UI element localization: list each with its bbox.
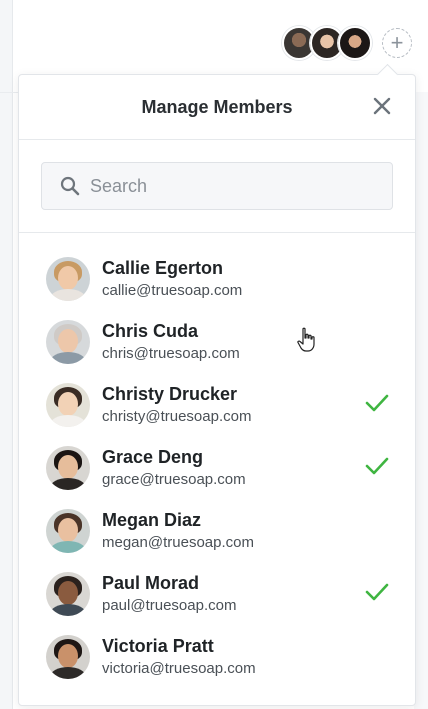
- avatar: [46, 508, 90, 553]
- search-box[interactable]: [41, 162, 393, 210]
- member-email: megan@truesoap.com: [102, 533, 254, 551]
- member-name: Grace Deng: [102, 446, 204, 467]
- member-row-callie-egerton[interactable]: Callie Egerton callie@truesoap.com: [19, 247, 415, 310]
- avatar: [46, 319, 90, 364]
- panel-header: Manage Members: [19, 75, 415, 140]
- hand-cursor-icon: [297, 327, 315, 352]
- avatar: [46, 634, 90, 679]
- member-row-megan-diaz[interactable]: Megan Diaz megan@truesoap.com: [19, 499, 415, 562]
- member-row-chris-cuda[interactable]: Chris Cuda chris@truesoap.com: [19, 310, 415, 373]
- member-email: grace@truesoap.com: [102, 470, 246, 488]
- avatar: [46, 256, 90, 301]
- search-icon: [60, 176, 80, 196]
- member-name: Megan Diaz: [102, 509, 202, 530]
- member-name: Paul Morad: [102, 572, 200, 593]
- close-icon: [373, 97, 391, 115]
- panel-title: Manage Members: [141, 96, 293, 117]
- member-name: Chris Cuda: [102, 320, 199, 341]
- member-row-paul-morad[interactable]: Paul Morad paul@truesoap.com: [19, 562, 415, 625]
- search-input[interactable]: [88, 174, 372, 198]
- member-avatar-group[interactable]: +: [282, 26, 412, 60]
- avatar: [46, 445, 90, 490]
- member-email: christy@truesoap.com: [102, 407, 252, 425]
- member-name: Christy Drucker: [102, 383, 238, 404]
- check-icon: [365, 394, 389, 412]
- avatar: [46, 571, 90, 616]
- member-email: chris@truesoap.com: [102, 344, 240, 362]
- member-email: paul@truesoap.com: [102, 596, 237, 614]
- member-row-grace-deng[interactable]: Grace Deng grace@truesoap.com: [19, 436, 415, 499]
- close-button[interactable]: [371, 95, 393, 117]
- member-row-victoria-pratt[interactable]: Victoria Pratt victoria@truesoap.com: [19, 625, 415, 688]
- check-icon: [365, 457, 389, 475]
- background-app-edge: [0, 0, 13, 709]
- member-name: Callie Egerton: [102, 257, 224, 278]
- avatar: [46, 382, 90, 427]
- member-name: Victoria Pratt: [102, 635, 214, 656]
- search-section: [19, 140, 415, 233]
- manage-members-panel: Manage Members Search Callie Egerton cal…: [18, 63, 416, 706]
- background-app-right: [414, 92, 428, 709]
- member-row-christy-drucker[interactable]: Christy Drucker christy@truesoap.com: [19, 373, 415, 436]
- add-member-icon[interactable]: +: [382, 28, 412, 58]
- check-icon: [365, 583, 389, 601]
- member-email: victoria@truesoap.com: [102, 659, 256, 677]
- member-email: callie@truesoap.com: [102, 281, 243, 299]
- member-list: Callie Egerton callie@truesoap.com Chris…: [19, 233, 415, 688]
- avatar: [338, 26, 372, 60]
